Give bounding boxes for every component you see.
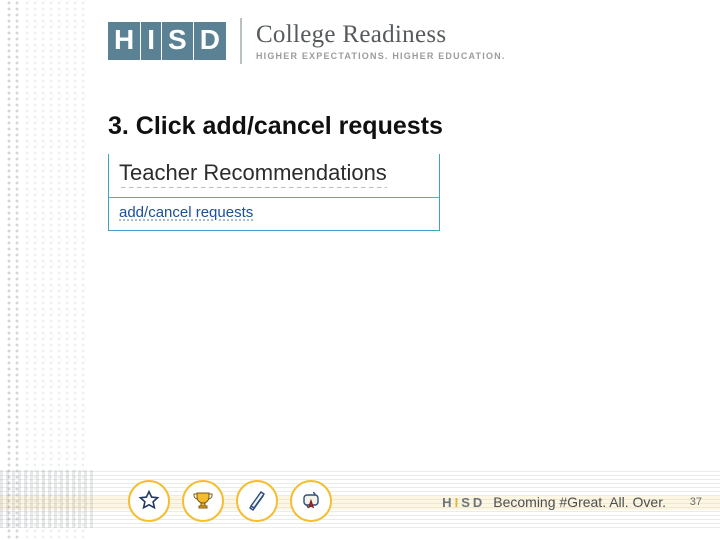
logo-divider: [240, 18, 242, 64]
trophy-icon: [182, 480, 224, 522]
logo-letter: I: [141, 22, 161, 60]
footer-badges: [128, 480, 332, 522]
decor-vbar: [64, 0, 70, 540]
footer-text: HISD Becoming #Great. All. Over.: [442, 494, 666, 510]
logo-letter: D: [194, 22, 226, 60]
star-icon: [128, 480, 170, 522]
decor-vbar: [48, 0, 54, 540]
footer-hisd-mark: HISD: [442, 495, 485, 510]
decor-vbar: [72, 0, 78, 540]
logo-title: College Readiness: [256, 21, 506, 49]
logo-letter: S: [162, 22, 193, 60]
decor-vbar: [32, 0, 38, 540]
decor-vbar: [80, 0, 86, 540]
step-heading: 3. Click add/cancel requests: [108, 112, 443, 141]
decor-vbar: [40, 0, 46, 540]
decor-vbar: [56, 0, 62, 540]
decor-vbar: [6, 0, 12, 540]
panel-link-row: add/cancel requests: [109, 198, 439, 230]
page-number: 37: [690, 496, 702, 508]
decor-vbar: [24, 0, 30, 540]
footer-slogan: Becoming #Great. All. Over.: [493, 494, 666, 510]
add-cancel-requests-link[interactable]: add/cancel requests: [119, 204, 253, 221]
logo-letter: H: [108, 22, 140, 60]
scroll-icon: [290, 480, 332, 522]
panel-title-row: Teacher Recommendations: [109, 154, 439, 191]
pencils-icon: [236, 480, 278, 522]
recommendations-panel: Teacher Recommendations add/cancel reque…: [108, 154, 440, 231]
logo-text: College Readiness HIGHER EXPECTATIONS. H…: [256, 21, 506, 61]
logo-tagline: HIGHER EXPECTATIONS. HIGHER EDUCATION.: [256, 51, 506, 61]
decor-vbar: [14, 0, 20, 540]
hisd-block-logo: H I S D: [108, 22, 226, 60]
header-logo: H I S D College Readiness HIGHER EXPECTA…: [108, 18, 506, 64]
footer: HISD Becoming #Great. All. Over. 37: [0, 468, 720, 528]
panel-title: Teacher Recommendations: [119, 160, 387, 188]
